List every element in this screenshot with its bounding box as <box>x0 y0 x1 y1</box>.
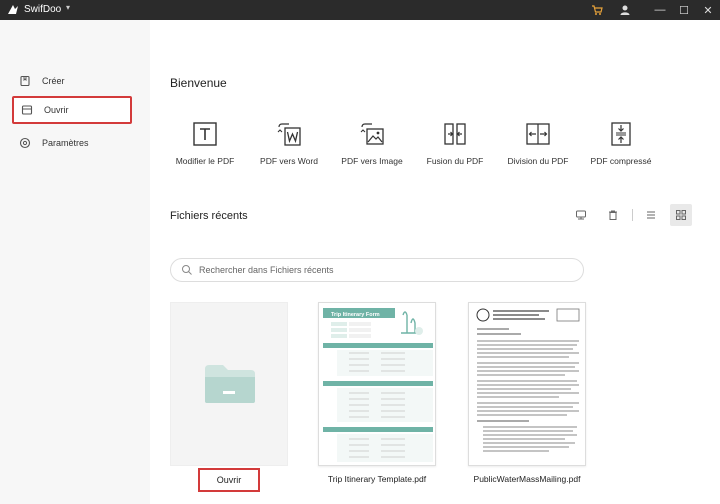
user-account-icon[interactable] <box>617 2 633 18</box>
sidebar: Créer Ouvrir Paramètres <box>0 20 150 504</box>
tool-label: Fusion du PDF <box>426 156 484 166</box>
close-button[interactable]: ✕ <box>700 2 716 18</box>
tool-label: Modifier le PDF <box>175 156 235 166</box>
cart-icon[interactable] <box>589 2 605 18</box>
file-thumbnail <box>468 302 586 466</box>
compress-icon <box>611 122 631 146</box>
file-name: Trip Itinerary Template.pdf <box>327 474 427 484</box>
sidebar-item-label: Ouvrir <box>44 105 69 115</box>
search-bar <box>170 258 584 282</box>
tool-label: PDF vers Word <box>260 156 318 166</box>
file-thumbnail: Trip Itinerary Form <box>318 302 436 466</box>
image-icon <box>360 123 384 145</box>
tool-edit-pdf[interactable]: Modifier le PDF <box>162 120 248 166</box>
recent-files-grid: Ouvrir Trip Itinerary Form Trip Itinerar… <box>170 302 600 502</box>
sidebar-item-open[interactable]: Ouvrir <box>12 96 132 124</box>
tool-compress-pdf[interactable]: PDF compressé <box>578 120 664 166</box>
create-icon <box>18 74 32 88</box>
letter-preview-icon <box>469 303 585 465</box>
folder-icon <box>205 365 255 403</box>
title-bar: SwifDoo ▾ — ☐ ✕ <box>0 0 720 20</box>
settings-gear-icon <box>18 136 32 150</box>
list-view-icon[interactable] <box>640 204 662 226</box>
app-name: SwifDoo <box>24 4 62 15</box>
maximize-button[interactable]: ☐ <box>676 2 692 18</box>
thumbnail-title: Trip Itinerary Form <box>331 312 380 318</box>
merge-icon <box>444 123 466 145</box>
swifdoo-logo-icon <box>8 5 18 14</box>
sidebar-item-label: Paramètres <box>42 138 89 148</box>
cloud-sync-icon[interactable] <box>570 204 592 226</box>
edit-text-icon <box>193 122 217 146</box>
tool-pdf-to-word[interactable]: PDF vers Word <box>246 120 332 166</box>
sidebar-item-create[interactable]: Créer <box>12 70 132 92</box>
toolbar-divider <box>632 209 633 221</box>
search-input[interactable] <box>199 265 579 275</box>
open-button[interactable]: Ouvrir <box>198 468 260 492</box>
sidebar-item-settings[interactable]: Paramètres <box>12 132 132 154</box>
app-menu-caret-icon[interactable]: ▾ <box>66 3 70 12</box>
search-icon <box>182 265 192 275</box>
minimize-button[interactable]: — <box>652 2 668 18</box>
tool-label: PDF vers Image <box>341 156 403 166</box>
main-panel: Bienvenue Modifier le PDF PDF vers Word <box>150 20 720 504</box>
recent-files-toolbar <box>570 204 700 226</box>
sidebar-item-label: Créer <box>42 76 65 86</box>
tool-label: Division du PDF <box>507 156 569 166</box>
tool-merge-pdf[interactable]: Fusion du PDF <box>412 120 498 166</box>
grid-view-icon[interactable] <box>670 204 692 226</box>
open-file-icon <box>20 103 34 117</box>
recent-file-card[interactable]: Trip Itinerary Form Trip Itinerary Templ… <box>318 302 436 484</box>
split-icon <box>526 123 550 145</box>
file-name: PublicWaterMassMailing.pdf <box>473 474 581 484</box>
tool-split-pdf[interactable]: Division du PDF <box>495 120 581 166</box>
trash-icon[interactable] <box>602 204 624 226</box>
open-file-card[interactable] <box>170 302 288 466</box>
tool-pdf-to-image[interactable]: PDF vers Image <box>329 120 415 166</box>
tools-row: Modifier le PDF PDF vers Word PDF vers I… <box>170 120 670 180</box>
welcome-heading: Bienvenue <box>170 76 227 90</box>
itinerary-preview-icon: Trip Itinerary Form <box>319 303 435 465</box>
recent-file-card[interactable]: PublicWaterMassMailing.pdf <box>468 302 586 484</box>
word-icon <box>277 123 301 146</box>
recent-files-heading: Fichiers récents <box>170 210 248 222</box>
tool-label: PDF compressé <box>590 156 652 166</box>
